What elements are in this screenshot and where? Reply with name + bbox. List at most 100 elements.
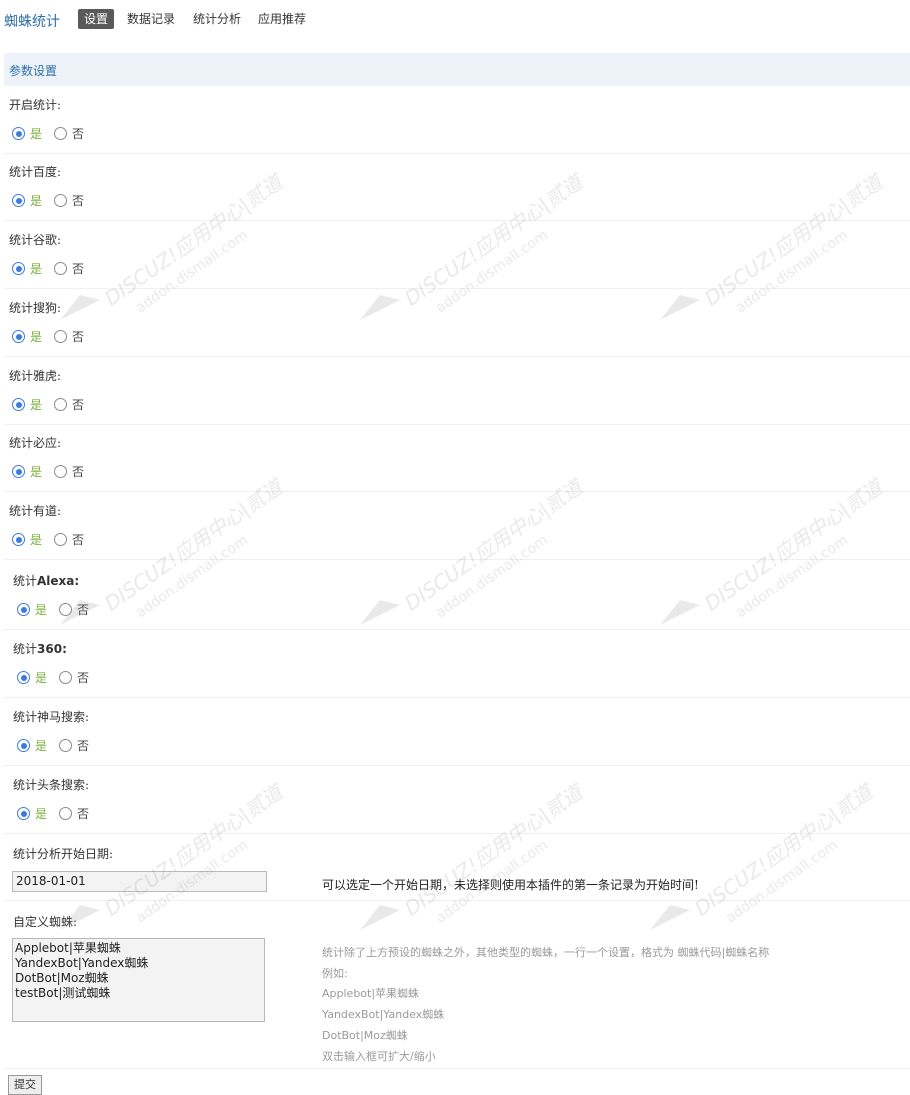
setting-youdao: 统计有道: 是否 xyxy=(4,493,910,560)
setting-label: 统计头条搜索: xyxy=(13,778,90,792)
radio-yes[interactable] xyxy=(12,398,25,411)
option-no-label: 否 xyxy=(77,603,90,617)
option-no-label: 否 xyxy=(72,194,85,208)
option-yes-label: 是 xyxy=(30,330,43,344)
row-divider xyxy=(4,629,910,630)
radio-no[interactable] xyxy=(59,603,73,616)
hint-line: 双击输入框可扩大/缩小 xyxy=(322,1049,436,1063)
row-divider xyxy=(4,288,910,289)
radio-no[interactable] xyxy=(59,739,73,752)
setting-label: 统计雅虎: xyxy=(9,369,62,383)
row-divider xyxy=(4,900,910,901)
row-divider xyxy=(4,697,910,698)
start-date-input[interactable]: 2018-01-01 xyxy=(12,871,267,892)
tab-settings[interactable]: 设置 xyxy=(78,9,115,29)
radio-group: 是否 xyxy=(17,601,89,617)
radio-group: 是否 xyxy=(17,669,89,685)
radio-yes[interactable] xyxy=(12,127,25,140)
hint-line: 例如: xyxy=(322,966,348,980)
radio-yes[interactable] xyxy=(17,671,30,684)
tab-data-records[interactable]: 数据记录 xyxy=(121,9,181,29)
custom-spiders-hint: 统计除了上方预设的蜘蛛之外，其他类型的蜘蛛，一行一个设置，格式为 蜘蛛代码|蜘蛛… xyxy=(322,943,769,1067)
setting-toutiao: 统计头条搜索: 是 否 xyxy=(4,767,910,834)
radio-group: 是否 xyxy=(12,396,84,412)
setting-baidu: 统计百度: 是否 xyxy=(4,154,910,221)
setting-label: 统计Alexa: xyxy=(13,574,80,588)
option-no-label: 否 xyxy=(77,739,90,753)
option-no-label: 否 xyxy=(72,330,85,344)
option-no-label: 否 xyxy=(77,671,90,685)
start-date-hint: 可以选定一个开始日期，未选择则使用本插件的第一条记录为开始时间! xyxy=(322,878,699,892)
option-no-label: 否 xyxy=(77,807,90,821)
setting-bing: 统计必应: 是否 xyxy=(4,425,910,492)
radio-yes[interactable] xyxy=(17,807,30,820)
radio-yes[interactable] xyxy=(12,262,25,275)
radio-group: 是否 xyxy=(12,531,84,547)
radio-no[interactable] xyxy=(54,533,68,546)
setting-label: 统计360: xyxy=(13,642,67,656)
radio-group: 是否 xyxy=(12,328,84,344)
radio-group: 是否 xyxy=(12,260,84,276)
tab-analysis[interactable]: 统计分析 xyxy=(187,9,247,29)
setting-label: 统计必应: xyxy=(9,436,62,450)
custom-spiders-textarea[interactable]: Applebot|苹果蜘蛛 YandexBot|Yandex蜘蛛 DotBot|… xyxy=(12,938,265,1022)
radio-no[interactable] xyxy=(54,330,68,343)
radio-no[interactable] xyxy=(54,398,68,411)
row-divider xyxy=(4,491,910,492)
setting-label: 统计搜狗: xyxy=(9,301,62,315)
submit-button[interactable]: 提交 xyxy=(8,1075,42,1095)
setting-label: 开启统计: xyxy=(9,98,62,112)
option-yes-label: 是 xyxy=(30,465,43,479)
option-no-label: 否 xyxy=(72,533,85,547)
radio-group: 是否 xyxy=(12,463,84,479)
setting-enable-stats: 开启统计: 是 否 xyxy=(4,87,910,154)
option-no-label: 否 xyxy=(72,262,85,276)
hint-line: DotBot|Moz蜘蛛 xyxy=(322,1028,408,1042)
row-divider xyxy=(4,356,910,357)
option-no-label: 否 xyxy=(72,398,85,412)
app-title[interactable]: 蜘蛛统计 xyxy=(4,11,60,31)
row-divider xyxy=(4,833,910,834)
top-nav: 蜘蛛统计 设置 数据记录 统计分析 应用推荐 xyxy=(0,0,910,40)
setting-label: 统计谷歌: xyxy=(9,233,62,247)
section-title: 参数设置 xyxy=(9,64,58,78)
section-header: 参数设置 xyxy=(4,53,910,86)
radio-no[interactable] xyxy=(54,465,68,478)
radio-yes[interactable] xyxy=(12,465,25,478)
custom-spiders-label: 自定义蜘蛛: xyxy=(13,915,78,929)
option-yes-label: 是 xyxy=(30,194,43,208)
setting-label: 统计百度: xyxy=(9,165,62,179)
radio-no[interactable] xyxy=(54,194,68,207)
setting-shenma: 统计神马搜索: 是否 xyxy=(4,699,910,766)
hint-line: 统计除了上方预设的蜘蛛之外，其他类型的蜘蛛，一行一个设置，格式为 蜘蛛代码|蜘蛛… xyxy=(322,946,770,959)
setting-label: 统计神马搜索: xyxy=(13,710,90,724)
option-yes-label: 是 xyxy=(35,603,48,617)
radio-no[interactable] xyxy=(59,671,73,684)
row-divider xyxy=(4,1068,910,1069)
setting-yahoo: 统计雅虎: 是否 xyxy=(4,358,910,425)
radio-yes[interactable] xyxy=(12,194,25,207)
option-no-label: 否 xyxy=(72,127,85,141)
option-yes-label: 是 xyxy=(35,807,48,821)
radio-yes[interactable] xyxy=(12,533,25,546)
setting-label: 统计有道: xyxy=(9,504,62,518)
option-yes-label: 是 xyxy=(30,398,43,412)
option-no-label: 否 xyxy=(72,465,85,479)
radio-yes[interactable] xyxy=(12,330,25,343)
start-date-label: 统计分析开始日期: xyxy=(13,847,114,861)
setting-google: 统计谷歌: 是否 xyxy=(4,222,910,289)
option-yes-label: 是 xyxy=(30,127,43,141)
radio-no[interactable] xyxy=(59,807,73,820)
radio-no[interactable] xyxy=(54,262,68,275)
option-yes-label: 是 xyxy=(35,671,48,685)
radio-yes[interactable] xyxy=(17,603,30,616)
radio-yes[interactable] xyxy=(17,739,30,752)
option-yes-label: 是 xyxy=(30,533,43,547)
radio-group: 是否 xyxy=(12,192,84,208)
row-divider xyxy=(4,220,910,221)
svg-text:addon.dismall.com: addon.dismall.com xyxy=(723,837,841,926)
row-divider xyxy=(4,559,910,560)
tab-app-recommend[interactable]: 应用推荐 xyxy=(252,9,312,29)
radio-no[interactable] xyxy=(54,127,68,140)
setting-alexa: 统计Alexa: 是否 xyxy=(4,561,910,630)
